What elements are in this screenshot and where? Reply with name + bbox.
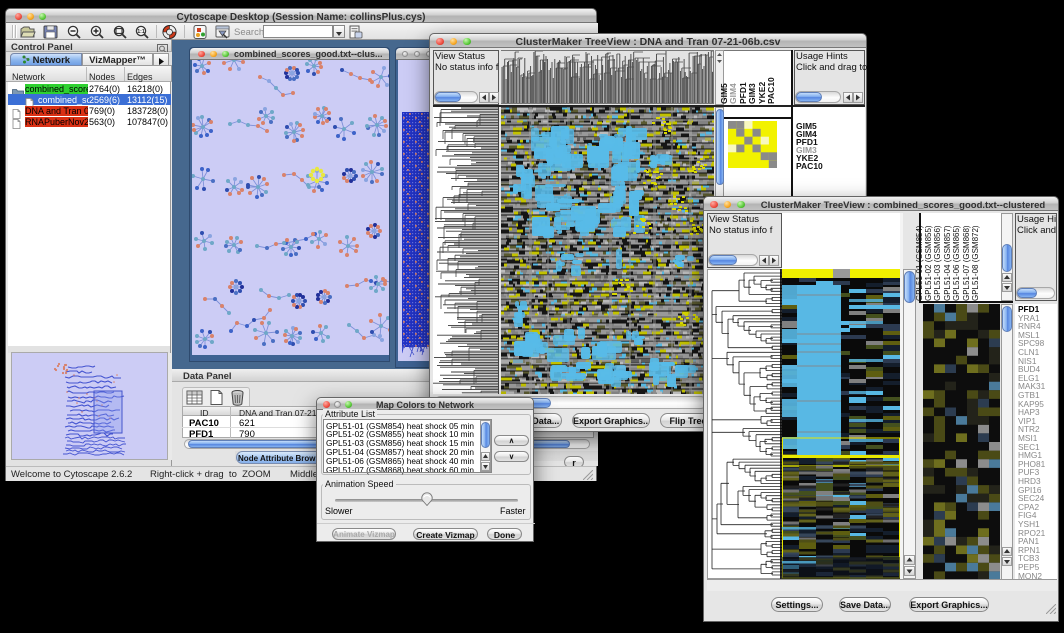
- svg-text:1:1: 1:1: [137, 29, 144, 35]
